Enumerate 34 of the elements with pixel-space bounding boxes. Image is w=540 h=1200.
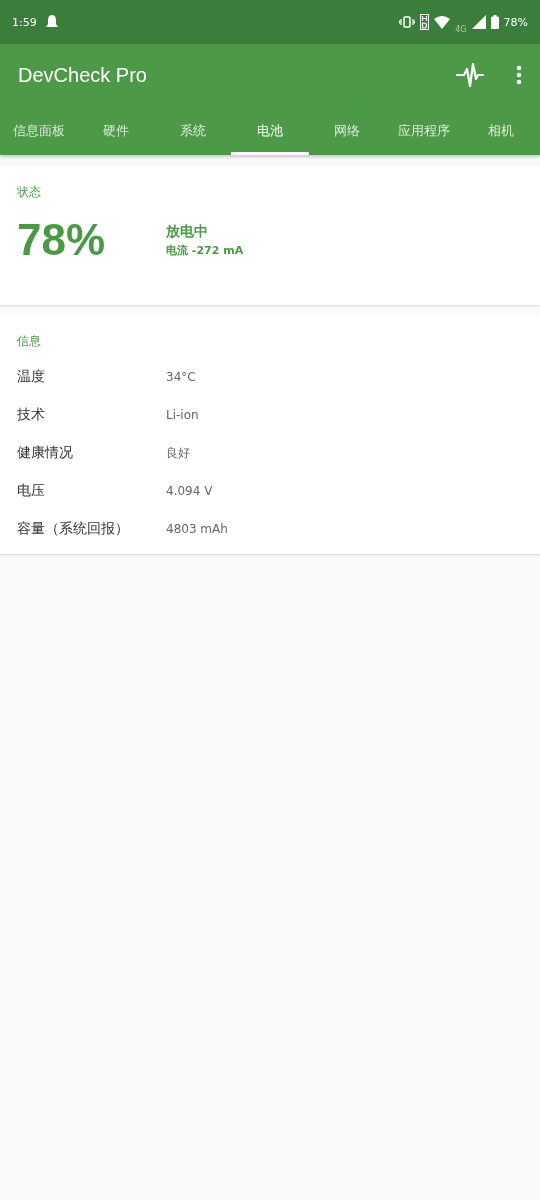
tab[interactable]: 硬件 bbox=[77, 106, 155, 155]
tab[interactable]: 相机 bbox=[462, 106, 540, 155]
notification-icon bbox=[44, 14, 59, 30]
vibrate-icon bbox=[399, 16, 416, 28]
info-value: 良好 bbox=[166, 444, 190, 462]
wifi-icon bbox=[434, 15, 451, 29]
battery-percent: 78% bbox=[503, 15, 528, 29]
tab[interactable]: 电池 bbox=[231, 106, 309, 155]
signal-icon bbox=[471, 15, 486, 29]
battery-level: 78% bbox=[17, 215, 107, 265]
info-label: 容量（系统回报） bbox=[17, 520, 130, 538]
current-reading: 电流 -272 mA bbox=[166, 242, 244, 258]
app-title: DevCheck Pro bbox=[18, 63, 147, 87]
clock: 1:59 bbox=[12, 15, 37, 29]
charge-state: 放电中 bbox=[166, 222, 209, 241]
tab[interactable]: 应用程序 bbox=[385, 106, 463, 155]
tab[interactable]: 信息面板 bbox=[0, 106, 78, 155]
network-type: 4G bbox=[455, 24, 467, 34]
info-value: 34°C bbox=[166, 370, 196, 384]
info-label: 健康情况 bbox=[17, 444, 74, 462]
info-value: 4.094 V bbox=[166, 484, 213, 498]
battery-icon bbox=[490, 15, 499, 29]
hd-icon bbox=[420, 14, 430, 30]
info-label: 温度 bbox=[17, 368, 46, 386]
info-value: Li-ion bbox=[166, 408, 199, 422]
info-label: 技术 bbox=[17, 406, 46, 424]
info-value: 4803 mAh bbox=[166, 522, 228, 536]
section-heading: 状态 bbox=[17, 184, 42, 201]
pulse-icon[interactable] bbox=[456, 62, 484, 88]
section-heading: 信息 bbox=[17, 333, 42, 350]
more-options-icon[interactable] bbox=[516, 65, 522, 85]
info-label: 电压 bbox=[17, 482, 46, 500]
tab[interactable]: 系统 bbox=[154, 106, 232, 155]
tab[interactable]: 网络 bbox=[308, 106, 386, 155]
